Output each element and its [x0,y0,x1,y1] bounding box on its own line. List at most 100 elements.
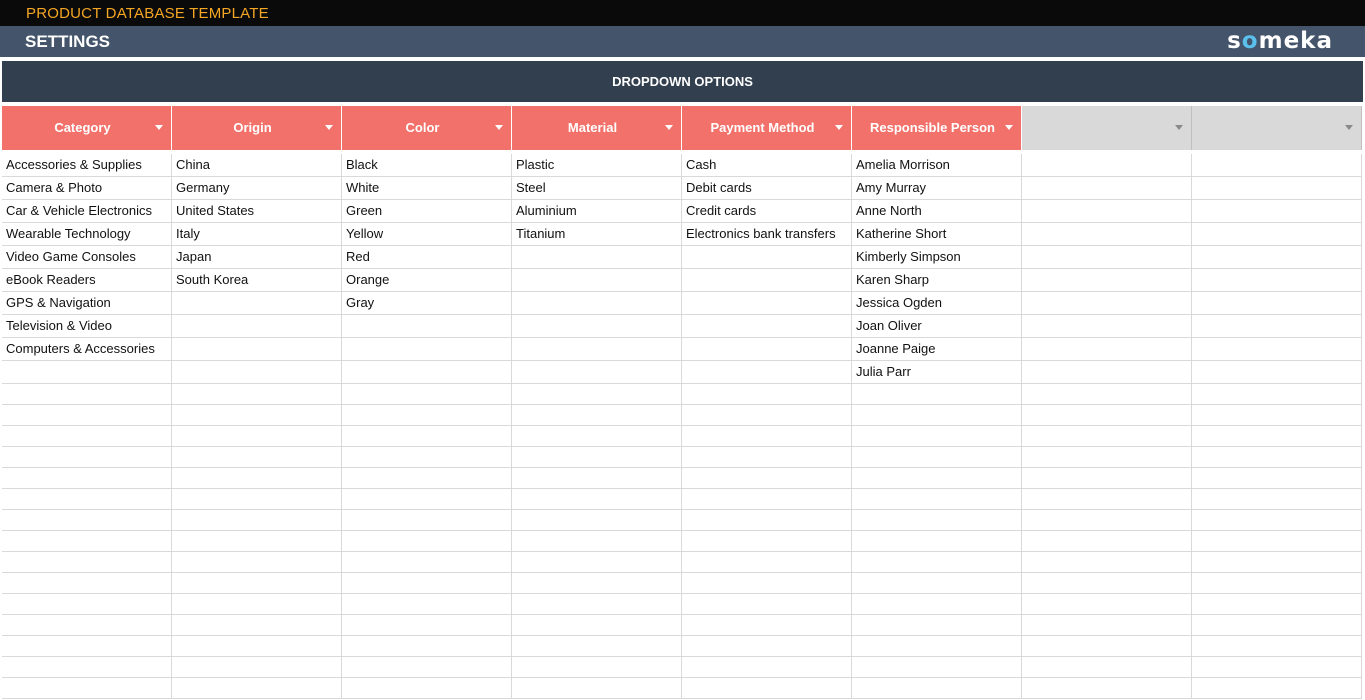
table-cell[interactable] [1192,552,1362,573]
table-cell[interactable] [342,361,512,384]
table-cell[interactable] [1022,292,1192,315]
table-cell[interactable] [342,573,512,594]
table-cell[interactable] [682,489,852,510]
column-header-responsible-person[interactable]: Responsible Person [852,106,1022,150]
table-cell[interactable] [1022,361,1192,384]
table-cell[interactable]: Cash [682,154,852,177]
column-header-empty-6[interactable] [1022,106,1192,150]
table-cell[interactable] [1022,447,1192,468]
table-cell[interactable] [682,657,852,678]
table-cell[interactable] [512,531,682,552]
table-cell[interactable] [1192,678,1362,699]
someka-logo[interactable]: someka [1227,28,1333,54]
table-cell[interactable] [1192,573,1362,594]
table-cell[interactable] [342,447,512,468]
table-cell[interactable] [172,426,342,447]
table-cell[interactable]: eBook Readers [2,269,172,292]
table-cell[interactable]: Italy [172,223,342,246]
table-cell[interactable] [512,657,682,678]
table-cell[interactable] [852,468,1022,489]
table-cell[interactable] [1192,510,1362,531]
table-cell[interactable]: Joan Oliver [852,315,1022,338]
table-cell[interactable] [682,552,852,573]
table-cell[interactable]: Video Game Consoles [2,246,172,269]
table-cell[interactable] [342,531,512,552]
table-cell[interactable] [682,678,852,699]
table-cell[interactable] [2,468,172,489]
table-cell[interactable] [682,292,852,315]
table-cell[interactable] [682,338,852,361]
table-cell[interactable] [172,636,342,657]
table-cell[interactable] [512,315,682,338]
table-cell[interactable] [2,405,172,426]
table-cell[interactable] [1192,405,1362,426]
table-cell[interactable]: Wearable Technology [2,223,172,246]
table-cell[interactable] [682,594,852,615]
table-cell[interactable] [172,338,342,361]
table-cell[interactable] [852,447,1022,468]
table-cell[interactable] [2,552,172,573]
table-cell[interactable] [1022,615,1192,636]
table-cell[interactable] [172,292,342,315]
table-cell[interactable]: China [172,154,342,177]
table-cell[interactable] [682,246,852,269]
table-cell[interactable] [512,269,682,292]
table-cell[interactable] [1192,246,1362,269]
table-cell[interactable] [512,292,682,315]
table-cell[interactable] [1022,636,1192,657]
table-cell[interactable] [852,636,1022,657]
table-cell[interactable] [1022,657,1192,678]
table-cell[interactable] [172,468,342,489]
table-cell[interactable] [1192,384,1362,405]
table-cell[interactable] [172,361,342,384]
table-cell[interactable] [342,405,512,426]
table-cell[interactable] [1022,678,1192,699]
table-cell[interactable] [342,657,512,678]
table-cell[interactable] [2,489,172,510]
table-cell[interactable] [682,531,852,552]
table-cell[interactable] [2,615,172,636]
table-cell[interactable]: Japan [172,246,342,269]
filter-dropdown-icon[interactable] [1005,125,1013,130]
table-cell[interactable] [342,384,512,405]
table-cell[interactable] [2,531,172,552]
table-cell[interactable] [1022,315,1192,338]
table-cell[interactable]: Red [342,246,512,269]
table-cell[interactable] [682,426,852,447]
table-cell[interactable] [1192,447,1362,468]
table-cell[interactable] [342,510,512,531]
table-cell[interactable] [682,636,852,657]
table-cell[interactable] [512,552,682,573]
table-cell[interactable] [512,615,682,636]
filter-dropdown-icon[interactable] [1175,125,1183,130]
column-header-category[interactable]: Category [2,106,172,150]
table-cell[interactable] [1022,338,1192,361]
table-cell[interactable] [1192,269,1362,292]
table-cell[interactable] [852,510,1022,531]
table-cell[interactable] [852,531,1022,552]
table-cell[interactable]: White [342,177,512,200]
table-cell[interactable]: Accessories & Supplies [2,154,172,177]
table-cell[interactable]: Anne North [852,200,1022,223]
table-cell[interactable] [682,468,852,489]
table-cell[interactable]: Orange [342,269,512,292]
table-cell[interactable]: Amelia Morrison [852,154,1022,177]
table-cell[interactable] [512,468,682,489]
column-header-color[interactable]: Color [342,106,512,150]
table-cell[interactable] [682,405,852,426]
table-cell[interactable]: United States [172,200,342,223]
table-cell[interactable] [682,315,852,338]
table-cell[interactable]: Joanne Paige [852,338,1022,361]
filter-dropdown-icon[interactable] [155,125,163,130]
table-cell[interactable] [172,573,342,594]
table-cell[interactable] [1192,361,1362,384]
table-cell[interactable] [512,594,682,615]
table-cell[interactable] [1192,615,1362,636]
table-cell[interactable] [1022,573,1192,594]
table-cell[interactable] [342,678,512,699]
table-cell[interactable] [1022,200,1192,223]
table-cell[interactable] [1192,200,1362,223]
table-cell[interactable] [342,615,512,636]
column-header-origin[interactable]: Origin [172,106,342,150]
table-cell[interactable] [1192,657,1362,678]
